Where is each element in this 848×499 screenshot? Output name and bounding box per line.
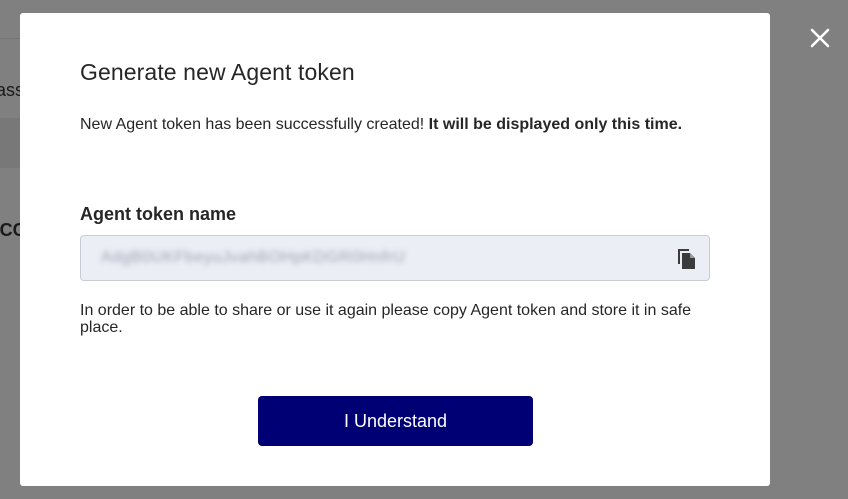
copy-icon[interactable] [675, 246, 697, 270]
success-message: New Agent token has been successfully cr… [80, 115, 700, 135]
success-message-warning: It will be displayed only this time. [428, 116, 683, 133]
generate-token-dialog: Generate new Agent token New Agent token… [20, 13, 770, 486]
token-field[interactable]: AdgB0UKFbeyuJvahBOHpKDGR0HnfrU [80, 235, 710, 281]
token-field-label: Agent token name [80, 204, 237, 224]
close-icon[interactable] [806, 24, 834, 52]
i-understand-button[interactable]: I Understand [258, 396, 533, 446]
copy-hint: In order to be able to share or use it a… [80, 302, 692, 336]
dialog-title: Generate new Agent token [80, 59, 355, 85]
token-value: AdgB0UKFbeyuJvahBOHpKDGR0HnfrU [101, 249, 406, 266]
success-message-text: New Agent token has been successfully cr… [80, 116, 429, 133]
